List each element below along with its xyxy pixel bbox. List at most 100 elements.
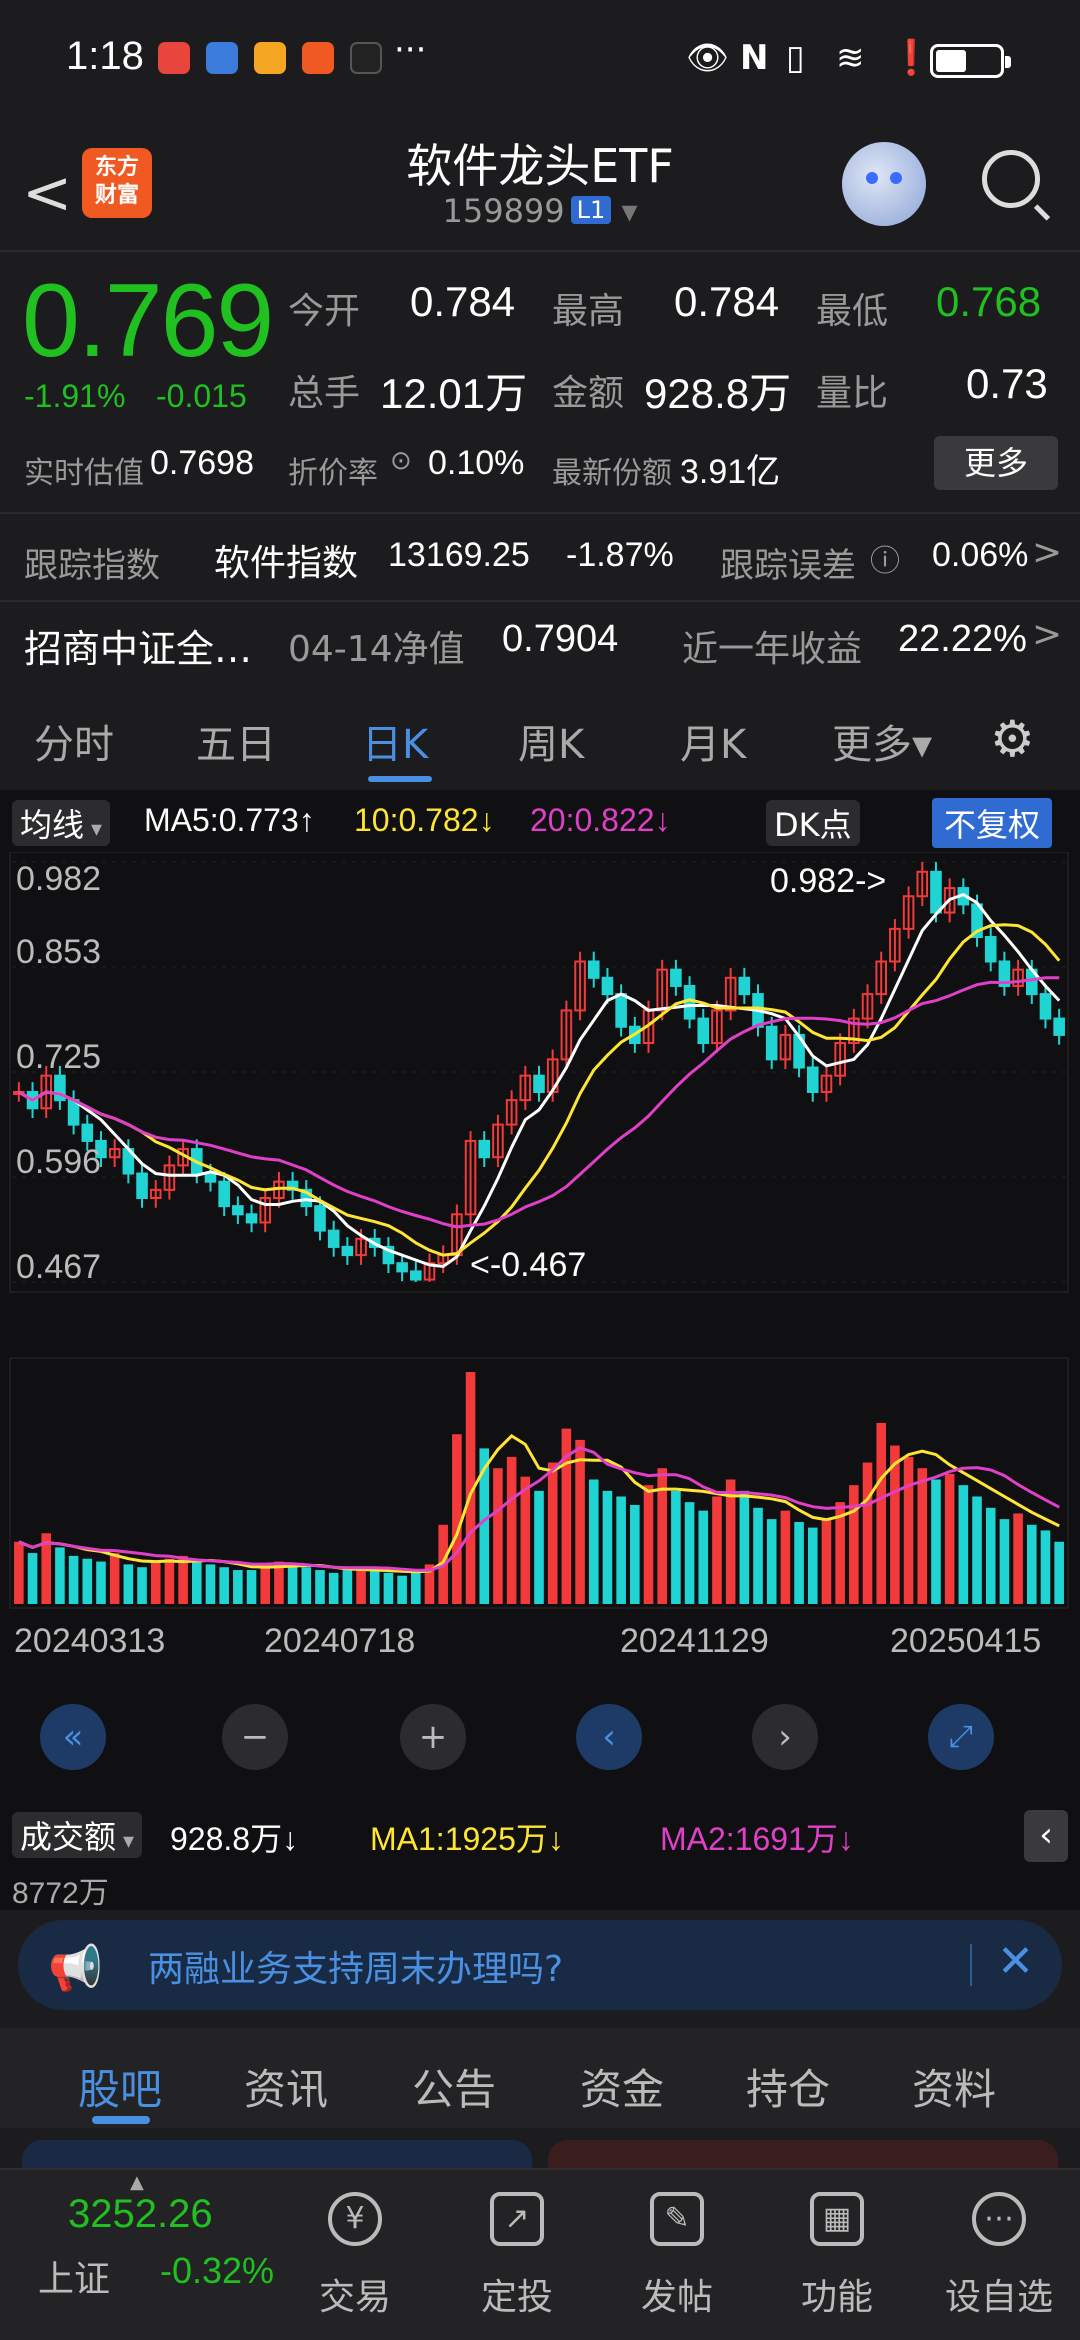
y-tick-label: 0.853 bbox=[16, 933, 101, 971]
volume-bar bbox=[383, 1572, 394, 1604]
volume-indicator-select[interactable]: 成交额 ▾ bbox=[12, 1812, 143, 1858]
kline-svg[interactable]: 0.9820.8530.7250.5960.4670.982-><-0.467 … bbox=[0, 852, 1080, 1910]
help-icon[interactable]: ⓘ bbox=[870, 536, 900, 580]
current-price: 0.769 bbox=[22, 263, 274, 379]
tab-zhouk[interactable]: 周K bbox=[518, 712, 584, 770]
discount-value: 0.10% bbox=[428, 444, 525, 482]
tracking-index-name[interactable]: 软件指数 bbox=[214, 534, 358, 586]
promo-banner[interactable]: 📢 两融业务支持周末办理吗? ✕ bbox=[18, 1920, 1062, 2010]
active-tab-indicator bbox=[368, 776, 432, 782]
candle-body bbox=[587, 960, 600, 979]
volume-bar bbox=[780, 1510, 791, 1604]
shares-label: 最新份额 bbox=[552, 456, 672, 491]
collapse-icon[interactable]: ‹ bbox=[1024, 1810, 1068, 1862]
adjust-button[interactable]: 不复权 bbox=[932, 798, 1053, 848]
scroll-left-icon[interactable]: ‹ bbox=[576, 1704, 642, 1770]
divider bbox=[970, 1944, 972, 1986]
open-label: 今开 bbox=[288, 291, 361, 332]
tab-wuri[interactable]: 五日 bbox=[196, 712, 276, 770]
period-tabs: 分时 五日 日K 周K 月K 更多▾ ⚙ bbox=[0, 690, 1080, 790]
tab-zijin[interactable]: 资金 bbox=[580, 2056, 664, 2117]
wifi-icon: ≋ bbox=[836, 38, 865, 78]
amount-value: 928.8万 bbox=[644, 370, 792, 417]
change-pct: -1.91% bbox=[24, 378, 126, 414]
volume-bar bbox=[1054, 1541, 1064, 1604]
volume-bar bbox=[493, 1468, 503, 1604]
tab-chicang[interactable]: 持仓 bbox=[746, 2056, 830, 2117]
volume-bar bbox=[630, 1504, 640, 1604]
ma10-value: 10:0.782↓ bbox=[354, 802, 495, 838]
candle-body bbox=[232, 1205, 244, 1216]
rewind-icon[interactable]: « bbox=[40, 1704, 106, 1770]
paper-plane-app-icon bbox=[302, 42, 334, 74]
dk-point-button[interactable]: DK点 bbox=[766, 800, 860, 846]
tab-yuek[interactable]: 月K bbox=[680, 712, 746, 770]
candle-body bbox=[601, 976, 614, 996]
volume-bar bbox=[547, 1462, 558, 1604]
yen-icon: ¥ bbox=[328, 2192, 382, 2246]
volume-bar bbox=[616, 1496, 626, 1604]
index-change: -0.32% bbox=[160, 2250, 275, 2291]
divider bbox=[0, 600, 1080, 602]
candle-body bbox=[314, 1205, 326, 1232]
return-value: 22.22% bbox=[898, 618, 1027, 660]
chevron-right-icon[interactable]: > bbox=[1032, 532, 1062, 573]
nav-watchlist[interactable]: ⋯ 设自选 bbox=[944, 2170, 1054, 2340]
chart-icon: ↗ bbox=[490, 2192, 544, 2246]
chevron-right-icon[interactable]: > bbox=[1032, 614, 1062, 655]
nav-functions[interactable]: ▦ 功能 bbox=[782, 2170, 892, 2340]
est-label: 实时估值 bbox=[24, 456, 144, 491]
tab-more[interactable]: 更多▾ bbox=[832, 712, 932, 770]
tracking-error-label: 跟踪误差 bbox=[720, 546, 856, 586]
tab-ziliao[interactable]: 资料 bbox=[912, 2056, 996, 2117]
book-app-icon bbox=[158, 42, 190, 74]
tab-zixun[interactable]: 资讯 bbox=[244, 2056, 328, 2117]
candle-body bbox=[765, 1025, 778, 1061]
volume-current: 928.8万↓ bbox=[170, 1821, 299, 1857]
volume-bar bbox=[931, 1479, 941, 1604]
gear-icon[interactable]: ⚙ bbox=[990, 710, 1035, 768]
volume-bar bbox=[821, 1519, 832, 1604]
volume-bar bbox=[862, 1462, 873, 1604]
alert-icon: ❗ bbox=[890, 38, 933, 78]
search-icon[interactable] bbox=[982, 150, 1040, 208]
candle-body bbox=[1039, 993, 1052, 1020]
scroll-right-icon[interactable]: › bbox=[752, 1704, 818, 1770]
nav-trade[interactable]: ¥ 交易 bbox=[300, 2170, 410, 2340]
candle-body bbox=[738, 976, 751, 996]
more-button[interactable]: 更多 bbox=[934, 436, 1058, 490]
volume-bar bbox=[123, 1564, 134, 1604]
open-value: 0.784 bbox=[410, 278, 516, 325]
fullscreen-icon[interactable]: ⤢ bbox=[928, 1704, 994, 1770]
nav-post[interactable]: ✎ 发帖 bbox=[622, 2170, 732, 2340]
fund-name[interactable]: 招商中证全… bbox=[24, 618, 252, 673]
tab-rik[interactable]: 日K bbox=[362, 712, 428, 770]
volume-bar bbox=[68, 1555, 79, 1604]
eye-icon: 👁 bbox=[686, 38, 730, 78]
close-icon[interactable]: ✕ bbox=[997, 1936, 1034, 1987]
zoom-in-icon[interactable]: + bbox=[400, 1704, 466, 1770]
tab-guba[interactable]: 股吧 bbox=[78, 2056, 162, 2117]
volume-bar bbox=[520, 1476, 531, 1604]
bottom-nav: ▲ 3252.26 上证 -0.32% ¥ 交易 ↗ 定投 ✎ 发帖 ▦ 功能 … bbox=[0, 2168, 1080, 2340]
volume-bar bbox=[575, 1439, 585, 1604]
banner-text[interactable]: 两融业务支持周末办理吗? bbox=[148, 1940, 563, 1992]
divider bbox=[0, 512, 1080, 514]
tab-fenshi[interactable]: 分时 bbox=[34, 712, 114, 770]
low-label: 最低 bbox=[816, 291, 889, 332]
level-badge: L1 bbox=[570, 196, 612, 224]
candle-body bbox=[1053, 1017, 1065, 1036]
nav-invest[interactable]: ↗ 定投 bbox=[462, 2170, 572, 2340]
assistant-robot-icon[interactable] bbox=[842, 142, 926, 226]
ratio-value: 0.73 bbox=[966, 360, 1048, 407]
zoom-out-icon[interactable]: − bbox=[222, 1704, 288, 1770]
index-value[interactable]: 3252.26 bbox=[68, 2192, 213, 2237]
pen-icon: ✎ bbox=[650, 2192, 704, 2246]
header: < 东方 财富 软件龙头ETF 159899 L1 ▾ bbox=[0, 120, 1080, 250]
tab-gonggao[interactable]: 公告 bbox=[412, 2056, 496, 2117]
volume-bar bbox=[205, 1564, 216, 1604]
volume-bar bbox=[260, 1564, 271, 1604]
info-icon[interactable]: ⊙ bbox=[390, 446, 412, 476]
indicator-select[interactable]: 均线 ▾ bbox=[12, 800, 111, 846]
volume-bar bbox=[903, 1456, 914, 1604]
